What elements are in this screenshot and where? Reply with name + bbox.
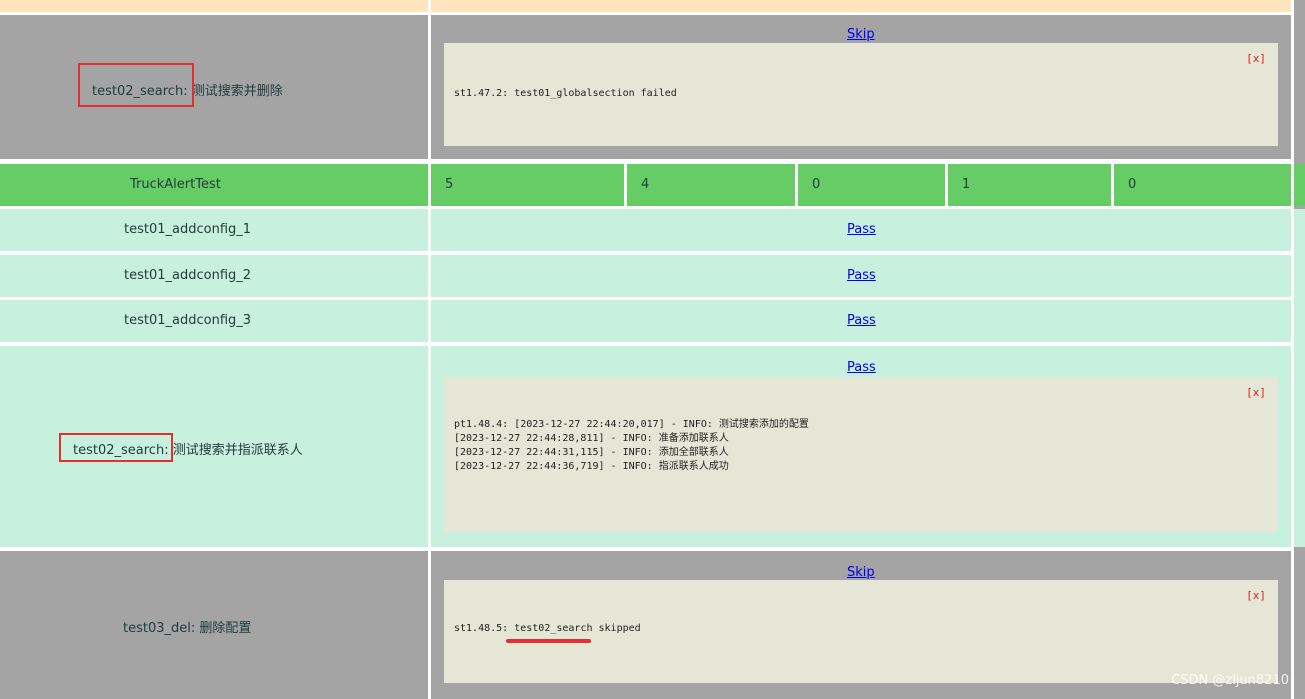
pass-row-result-cell: Pass [431, 300, 1291, 342]
count-cell-error: 0 [1114, 164, 1291, 206]
prev-row-right [431, 0, 1291, 12]
skip-row-name-cell: test02_search: 测试搜索并删除 [0, 15, 428, 159]
right-edge-strip-mint [1294, 209, 1305, 547]
pass-row-name-cell: test01_addconfig_1 [0, 209, 428, 251]
annotation-underline [506, 639, 591, 643]
prev-row-left [0, 0, 428, 12]
skip-row-name-cell: test03_del: 删除配置 [0, 551, 428, 699]
right-edge-strip-green [1294, 164, 1305, 206]
count-total: 5 [445, 177, 454, 192]
pass-row-result-cell: Pass [x] pt1.48.4: [2023-12-27 22:44:20,… [431, 346, 1291, 547]
annotation-box [78, 63, 194, 107]
log-panel: [x] st1.48.5: test02_search skipped [444, 580, 1278, 683]
class-name-cell: TruckAlertTest [0, 164, 428, 206]
log-suffix: skipped [592, 623, 641, 634]
pass-row-result-cell: Pass [431, 255, 1291, 297]
count-pass: 4 [641, 177, 650, 192]
count-cell-pass: 4 [627, 164, 795, 206]
pass-link[interactable]: Pass [847, 360, 876, 375]
log-text: st1.48.5: test02_search skipped [454, 622, 641, 636]
test-description: 删除配置 [199, 621, 252, 636]
log-text: pt1.48.4: [2023-12-27 22:44:20,017] - IN… [454, 419, 809, 472]
pass-row-name-cell: test01_addconfig_2 [0, 255, 428, 297]
skip-row-result-cell: Skip [x] st1.48.5: test02_search skipped [431, 551, 1291, 699]
log-highlight: test02_search [514, 623, 593, 634]
count-fail: 0 [812, 177, 821, 192]
log-panel: [x] pt1.48.4: [2023-12-27 22:44:20,017] … [444, 377, 1278, 532]
pass-link[interactable]: Pass [847, 222, 876, 237]
close-log-button[interactable]: [x] [1246, 589, 1266, 602]
test-name: test01_addconfig_1 [124, 222, 252, 237]
log-prefix: st1.48.5: [454, 623, 515, 634]
watermark: CSDN @zljun8210 [1171, 673, 1289, 688]
count-cell-total: 5 [431, 164, 624, 206]
test-name: test01_addconfig_3 [124, 313, 252, 328]
skip-link[interactable]: Skip [847, 565, 875, 580]
close-log-button[interactable]: [x] [1246, 52, 1266, 65]
count-skip: 1 [962, 177, 971, 192]
test-name: test03_del [123, 621, 191, 636]
pass-row-result-cell: Pass [431, 209, 1291, 251]
skip-link[interactable]: Skip [847, 27, 875, 42]
annotation-box [59, 433, 173, 462]
log-text: st1.47.2: test01_globalsection failed [454, 88, 677, 99]
pass-link[interactable]: Pass [847, 313, 876, 328]
pass-link[interactable]: Pass [847, 268, 876, 283]
skip-row-result-cell: Skip [x] st1.47.2: test01_globalsection … [431, 15, 1291, 159]
pass-row-name-cell: test01_addconfig_3 [0, 300, 428, 342]
log-panel: [x] st1.47.2: test01_globalsection faile… [444, 43, 1278, 146]
test-description: 测试搜索并删除 [191, 84, 283, 99]
count-error: 0 [1128, 177, 1137, 192]
count-cell-fail: 0 [798, 164, 945, 206]
count-cell-skip: 1 [948, 164, 1111, 206]
test-name: test01_addconfig_2 [124, 268, 252, 283]
close-log-button[interactable]: [x] [1246, 386, 1266, 399]
class-name: TruckAlertTest [130, 177, 221, 192]
test-description: 测试搜索并指派联系人 [172, 443, 303, 458]
